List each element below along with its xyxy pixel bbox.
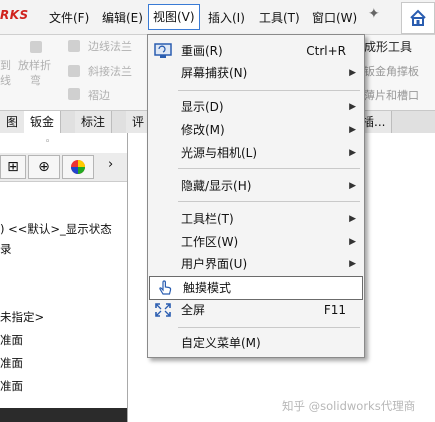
- tree-item-history[interactable]: 录: [0, 241, 12, 257]
- menu-separator: [178, 201, 360, 202]
- menu-item-display[interactable]: 显示(D) ▶: [148, 96, 364, 118]
- submenu-arrow-icon: ▶: [349, 148, 356, 158]
- ribbon-left-label-2: 线: [0, 74, 11, 87]
- color-wheel-icon: [71, 160, 85, 174]
- menu-item-redraw[interactable]: 重画(R) Ctrl+R: [148, 40, 364, 62]
- chevron-right-icon[interactable]: ›: [108, 157, 113, 172]
- submenu-arrow-icon: ▶: [349, 102, 356, 112]
- menu-item-toolbars-label: 工具栏(T): [181, 212, 234, 226]
- menu-separator: [178, 168, 360, 169]
- submenu-arrow-icon: ▶: [349, 68, 356, 78]
- watermark: 知乎 @solidworks代理商: [282, 399, 416, 413]
- tab-sheet-metal[interactable]: 钣金: [24, 111, 62, 133]
- menu-item-screen-capture[interactable]: 屏幕捕获(N) ▶: [148, 62, 364, 84]
- fullscreen-icon: [155, 303, 171, 317]
- ribbon-hem[interactable]: 褶边: [88, 87, 110, 103]
- menu-window[interactable]: 窗口(W): [312, 9, 357, 26]
- menu-item-fullscreen-label: 全屏: [181, 303, 206, 317]
- menu-item-customize-menu[interactable]: 自定义菜单(M): [148, 332, 364, 354]
- submenu-arrow-icon: ▶: [349, 125, 356, 135]
- menu-item-modify[interactable]: 修改(M) ▶: [148, 119, 364, 141]
- menu-item-screen-capture-label: 屏幕捕获(N): [181, 66, 248, 80]
- menu-item-redraw-label: 重画(R): [181, 44, 223, 58]
- ribbon-forming-tool[interactable]: 成形工具: [364, 38, 412, 55]
- submenu-arrow-icon: ▶: [349, 214, 356, 224]
- menu-item-modify-label: 修改(M): [181, 123, 225, 137]
- menu-item-display-label: 显示(D): [181, 100, 224, 114]
- tree-item-material[interactable]: 未指定>: [0, 309, 44, 325]
- ribbon-miter-flange[interactable]: 斜接法兰: [88, 63, 132, 79]
- home-button[interactable]: [401, 2, 435, 34]
- display-manager-icon[interactable]: [62, 155, 94, 179]
- app-logo: RKS: [0, 8, 29, 22]
- panel-toolbar: ⊞ ⊕ ›: [0, 153, 127, 182]
- redraw-icon: [154, 43, 172, 58]
- tree-item-plane-3[interactable]: 准面: [0, 378, 23, 394]
- ribbon-sheet-gusset[interactable]: 钣金角撑板: [364, 63, 419, 79]
- menu-item-touch-mode[interactable]: 触摸模式: [149, 276, 363, 300]
- tree-root-label: ) <<默认>_显示状态: [0, 222, 112, 236]
- submenu-arrow-icon: ▶: [349, 259, 356, 269]
- ribbon-left-label-1: 到: [0, 59, 11, 72]
- ribbon-lofted-bend-label[interactable]: 放样折: [18, 57, 51, 73]
- touch-hand-icon: [159, 280, 172, 295]
- property-manager-icon[interactable]: ⊞: [0, 155, 26, 179]
- feature-manager-panel: ◦ ⊞ ⊕ › ) <<默认>_显示状态 录 未指定> 准面 准面 准面: [0, 133, 128, 422]
- menu-item-toolbars[interactable]: 工具栏(T) ▶: [148, 208, 364, 230]
- tree-item-plane-2[interactable]: 准面: [0, 355, 23, 371]
- menu-item-hide-show[interactable]: 隐藏/显示(H) ▶: [148, 175, 364, 197]
- menu-item-redraw-shortcut: Ctrl+R: [306, 44, 346, 58]
- menu-item-user-interface-label: 用户界面(U): [181, 257, 248, 271]
- ribbon-tab-and-slot[interactable]: 薄片和槽口: [364, 87, 419, 103]
- menu-file[interactable]: 文件(F): [49, 9, 89, 26]
- menu-separator: [178, 327, 360, 328]
- tree-item-plane-1[interactable]: 准面: [0, 332, 23, 348]
- menu-item-fullscreen-shortcut: F11: [323, 303, 346, 317]
- lofted-bend-icon: [30, 41, 42, 53]
- menu-item-lights-cameras-label: 光源与相机(L): [181, 146, 258, 160]
- menu-view[interactable]: 视图(V): [148, 4, 200, 30]
- menu-item-lights-cameras[interactable]: 光源与相机(L) ▶: [148, 142, 364, 164]
- tab-annotation[interactable]: 标注: [75, 111, 113, 133]
- menu-item-workspace-label: 工作区(W): [181, 235, 239, 249]
- menu-tools[interactable]: 工具(T): [259, 9, 300, 26]
- menu-item-fullscreen[interactable]: 全屏 F11: [148, 299, 364, 321]
- submenu-arrow-icon: ▶: [349, 181, 356, 191]
- config-manager-icon[interactable]: ⊕: [28, 155, 60, 179]
- menu-separator: [178, 90, 360, 91]
- pin-icon[interactable]: ✦: [368, 6, 380, 22]
- ribbon-lofted-bend-label-2: 弯: [30, 74, 41, 87]
- submenu-arrow-icon: ▶: [349, 237, 356, 247]
- view-menu-dropdown: 重画(R) Ctrl+R 屏幕捕获(N) ▶ 显示(D) ▶ 修改(M) ▶ 光…: [147, 34, 365, 358]
- menu-item-user-interface[interactable]: 用户界面(U) ▶: [148, 253, 364, 275]
- ribbon-edge-flange[interactable]: 边线法兰: [88, 38, 132, 54]
- hem-icon: [68, 88, 80, 100]
- menu-item-touch-mode-label: 触摸模式: [183, 281, 232, 295]
- menu-edit[interactable]: 编辑(E): [102, 9, 143, 26]
- menu-item-hide-show-label: 隐藏/显示(H): [181, 179, 252, 193]
- miter-flange-icon: [68, 65, 80, 77]
- menu-item-customize-menu-label: 自定义菜单(M): [181, 336, 261, 350]
- panel-bottom-bar: [0, 408, 127, 422]
- home-icon: [410, 9, 426, 26]
- menu-bar: RKS 文件(F) 编辑(E) 视图(V) 插入(I) 工具(T) 窗口(W) …: [0, 0, 435, 35]
- tab-drawing[interactable]: 图: [0, 111, 26, 133]
- menu-insert[interactable]: 插入(I): [208, 9, 245, 26]
- menu-item-workspace[interactable]: 工作区(W) ▶: [148, 231, 364, 253]
- panel-handle-icon: ◦: [45, 137, 51, 147]
- edge-flange-icon: [68, 40, 80, 52]
